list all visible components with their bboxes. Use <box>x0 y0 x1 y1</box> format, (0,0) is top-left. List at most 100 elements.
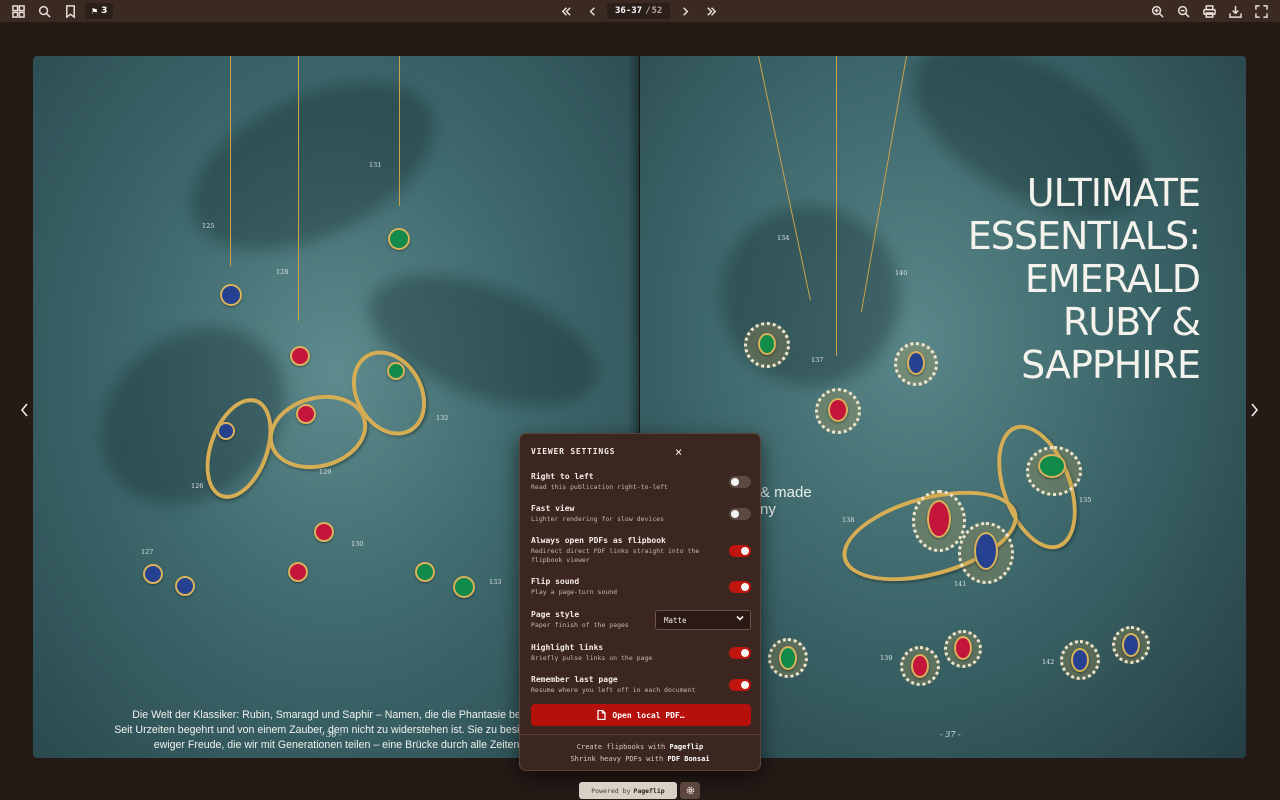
current-pages: 36-37 <box>615 6 643 16</box>
zoom-out-button[interactable] <box>1172 0 1194 22</box>
ruby-earring <box>288 562 308 582</box>
toggle-knob <box>731 510 739 518</box>
last-page-button[interactable] <box>700 0 722 22</box>
emerald-pendant <box>388 228 410 250</box>
gear-icon <box>686 786 694 795</box>
ruby-stone <box>927 500 951 538</box>
next-page-button[interactable] <box>674 0 696 22</box>
setting-highlight-links: Highlight links Briefly pulse links on t… <box>531 643 751 663</box>
page-style-select[interactable]: Matte <box>655 610 751 630</box>
download-icon <box>1228 5 1242 18</box>
print-button[interactable] <box>1198 0 1220 22</box>
item-number: 134 <box>777 234 790 242</box>
emerald-stone <box>758 333 776 355</box>
setting-description: Read this publication right-to-left <box>531 483 668 491</box>
item-number: 127 <box>141 548 154 556</box>
search-button[interactable] <box>33 0 55 22</box>
item-number: 129 <box>319 468 332 476</box>
setting-title: Always open PDFs as flipbook <box>531 536 666 545</box>
ruby-stone <box>828 398 848 422</box>
panel-divider <box>520 734 760 735</box>
bookmark-button[interactable] <box>59 0 81 22</box>
download-button[interactable] <box>1224 0 1246 22</box>
previous-spread-arrow[interactable] <box>18 402 32 418</box>
page-indicator[interactable]: 36-37 / 52 <box>607 3 671 19</box>
headline-line: RUBY & <box>1062 300 1201 344</box>
total-pages: 52 <box>651 6 663 16</box>
left-page-number: - 36 - <box>321 730 342 739</box>
headline-line: ULTIMATE <box>1026 171 1201 215</box>
item-number: 139 <box>880 654 893 662</box>
file-icon <box>597 710 607 720</box>
thumbnails-button[interactable] <box>7 0 29 22</box>
ruby-stone <box>911 654 929 678</box>
item-number: 137 <box>811 356 824 364</box>
setting-remember-last-page: Remember last page Resume where you left… <box>531 675 751 695</box>
highlight-links-toggle[interactable] <box>729 647 751 659</box>
item-number: 128 <box>276 268 289 276</box>
headline-line: EMERALD <box>1024 257 1201 301</box>
setting-title: Fast view <box>531 504 575 513</box>
setting-title: Remember last page <box>531 675 618 684</box>
ruby-earring <box>314 522 334 542</box>
page-style-value: Matte <box>664 615 687 625</box>
sapphire-stone <box>217 422 235 440</box>
emerald-stone <box>387 362 405 380</box>
emerald-stone <box>1038 454 1066 478</box>
body-line: ewiger Freude, die wir mit Generationen … <box>153 739 523 751</box>
close-icon[interactable]: × <box>675 445 682 459</box>
footer-shrink: Shrink heavy PDFs with PDF Bonsai <box>520 755 760 763</box>
first-page-icon <box>561 6 571 16</box>
chevron-right-icon <box>1251 403 1259 417</box>
pdf-bonsai-link[interactable]: PDF Bonsai <box>667 755 709 763</box>
next-spread-arrow[interactable] <box>1247 402 1261 418</box>
settings-button[interactable] <box>680 782 700 799</box>
powered-prefix: Powered by <box>591 786 631 795</box>
item-number: 126 <box>191 482 204 490</box>
fullscreen-button[interactable] <box>1250 0 1272 22</box>
footer-create: Create flipbooks with Pageflip <box>520 743 760 751</box>
open-local-pdf-button[interactable]: Open local PDF… <box>531 704 751 726</box>
zoom-in-button[interactable] <box>1146 0 1168 22</box>
item-number: 130 <box>351 540 364 548</box>
page-headline: ULTIMATE ESSENTIALS: EMERALD RUBY & SAPP… <box>967 171 1201 387</box>
item-number: 125 <box>202 222 215 230</box>
emerald-stone <box>779 646 797 670</box>
powered-link: Pageflip <box>633 786 665 795</box>
setting-title: Right to left <box>531 472 594 481</box>
fast-view-toggle[interactable] <box>729 508 751 520</box>
ruby-stone <box>954 636 972 660</box>
bookmarks-badge[interactable]: ⚑ 3 <box>85 3 114 19</box>
headline-line: SAPPHIRE <box>1021 343 1201 387</box>
item-number: 131 <box>369 161 382 169</box>
sapphire-stone <box>1122 633 1140 657</box>
caption-line: ny <box>760 501 776 518</box>
search-icon <box>38 5 51 18</box>
flip-sound-toggle[interactable] <box>729 581 751 593</box>
toggle-knob <box>741 681 749 689</box>
chevron-down-icon <box>736 614 744 624</box>
fullscreen-icon <box>1254 4 1268 18</box>
footer-text: Shrink heavy PDFs with <box>570 755 664 763</box>
pageflip-link[interactable]: Pageflip <box>670 743 704 751</box>
remember-last-page-toggle[interactable] <box>729 679 751 691</box>
sapphire-stone <box>907 351 925 375</box>
necklace-chain <box>230 56 231 266</box>
headline-line: ESSENTIALS: <box>967 214 1201 258</box>
first-page-button[interactable] <box>555 0 577 22</box>
toggle-knob <box>741 547 749 555</box>
always-open-flipbook-toggle[interactable] <box>729 545 751 557</box>
right-page-number: - 37 - <box>940 730 961 739</box>
necklace-chain <box>836 56 837 356</box>
setting-description: Lighter rendering for slow devices <box>531 515 665 523</box>
print-icon <box>1202 4 1216 18</box>
footer-text: Create flipbooks with <box>576 743 666 751</box>
toggle-knob <box>731 478 739 486</box>
right-to-left-toggle[interactable] <box>729 476 751 488</box>
setting-right-to-left: Right to left Read this publication righ… <box>531 472 751 492</box>
powered-by-badge[interactable]: Powered by Pageflip <box>579 782 677 799</box>
panel-title: VIEWER SETTINGS <box>531 447 616 456</box>
bookmark-icon <box>65 4 75 18</box>
sapphire-earring <box>175 576 195 596</box>
prev-page-button[interactable] <box>581 0 603 22</box>
